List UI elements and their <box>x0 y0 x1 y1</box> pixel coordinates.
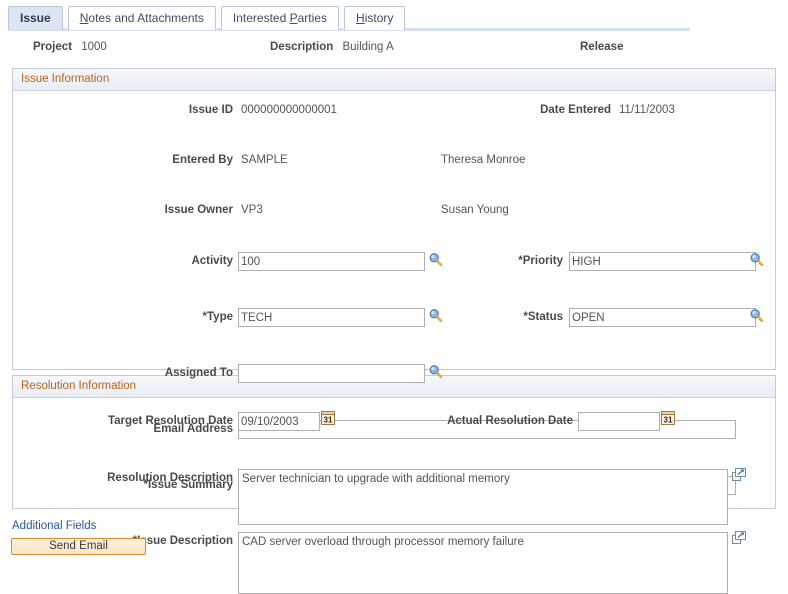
target-resolution-date-label: Target Resolution Date <box>107 415 233 427</box>
row-issue-owner: Issue Owner VP3 Susan Young <box>13 198 775 226</box>
row-type-status: *Type *Status <box>13 305 775 333</box>
priority-lookup-icon[interactable] <box>749 252 764 267</box>
issue-information-body: Issue ID 000000000000001 Date Entered 11… <box>13 91 775 594</box>
description-label: Description <box>270 41 334 53</box>
activity-label: Activity <box>191 255 233 267</box>
actual-resolution-date-input[interactable] <box>578 412 660 431</box>
tab-issue-label: Issue <box>20 11 51 25</box>
tab-interested-parties[interactable]: Interested Parties <box>220 6 339 30</box>
row-activity-priority: Activity *Priority <box>13 249 775 277</box>
entered-by-label: Entered By <box>172 154 233 166</box>
svg-text:31: 31 <box>664 415 673 424</box>
resolution-description-textarea[interactable]: Server technician to upgrade with additi… <box>238 469 728 525</box>
issue-id-label: Issue ID <box>188 104 233 116</box>
issue-information-title: Issue Information <box>13 69 775 91</box>
status-label: *Status <box>523 311 563 323</box>
project-label: Project <box>33 41 72 53</box>
context-header: Project 1000 Description Building A Rele… <box>0 39 788 63</box>
tab-issue[interactable]: Issue <box>8 6 63 30</box>
entered-by-name: Theresa Monroe <box>441 154 526 166</box>
type-input[interactable] <box>238 308 425 327</box>
tab-history[interactable]: History <box>344 6 406 30</box>
actual-resolution-date-calendar-icon[interactable]: 31 <box>661 411 675 425</box>
date-entered-value: 11/11/2003 <box>619 104 675 116</box>
description-value: Building A <box>342 41 394 53</box>
send-email-button[interactable]: Send Email <box>11 538 146 555</box>
status-lookup-icon[interactable] <box>749 308 764 323</box>
date-entered-label: Date Entered <box>540 104 611 116</box>
row-resolution-description: Resolution Description Server technician… <box>13 466 775 528</box>
issue-information-group: Issue Information Issue ID 0000000000000… <box>12 68 776 594</box>
row-entered-by: Entered By SAMPLE Theresa Monroe <box>13 148 775 176</box>
tab-interested-parties-label-b: arties <box>297 11 327 25</box>
status-input[interactable] <box>569 308 756 327</box>
resolution-description-label: Resolution Description <box>107 472 233 484</box>
target-resolution-date-input[interactable] <box>238 412 320 431</box>
row-assigned-to: Assigned To <box>13 361 775 389</box>
priority-input[interactable] <box>569 252 756 271</box>
tab-notes-and-attachments[interactable]: Notes and Attachments <box>67 6 216 30</box>
issue-owner-label: Issue Owner <box>164 204 233 216</box>
priority-label: *Priority <box>518 255 563 267</box>
row-issue-id: Issue ID 000000000000001 Date Entered 11… <box>13 98 775 126</box>
issue-description-expand-icon[interactable] <box>732 531 746 545</box>
entered-by-value: SAMPLE <box>241 154 288 166</box>
assigned-to-lookup-icon[interactable] <box>428 364 443 379</box>
issue-id-value: 000000000000001 <box>241 104 337 116</box>
tab-history-label: istory <box>364 11 394 25</box>
assigned-to-input[interactable] <box>238 364 425 383</box>
assigned-to-label: Assigned To <box>164 367 233 379</box>
type-label: *Type <box>202 311 233 323</box>
resolution-information-body: Target Resolution Date 31 Actual Resolut… <box>13 398 775 525</box>
tab-interested-parties-label-a: Interested <box>232 11 290 25</box>
release-field: Release <box>580 41 629 53</box>
tab-notes-and-attachments-label: otes and Attachments <box>88 11 204 25</box>
actual-resolution-date-label: Actual Resolution Date <box>447 415 573 427</box>
issue-owner-name: Susan Young <box>441 204 509 216</box>
description-field: Description Building A <box>270 41 394 53</box>
activity-input[interactable] <box>238 252 425 271</box>
project-value: 1000 <box>81 41 107 53</box>
row-resolution-dates: Target Resolution Date 31 Actual Resolut… <box>13 409 775 437</box>
additional-fields-link[interactable]: Additional Fields <box>12 520 96 532</box>
project-field: Project 1000 <box>33 41 107 53</box>
resolution-information-group: Resolution Information Target Resolution… <box>12 375 776 525</box>
issue-owner-value: VP3 <box>241 204 263 216</box>
release-label: Release <box>580 41 624 53</box>
resolution-description-expand-icon[interactable] <box>732 468 746 482</box>
tab-bar: Issue Notes and Attachments Interested P… <box>0 0 788 31</box>
issue-description-textarea[interactable]: CAD server overload through processor me… <box>238 532 728 594</box>
svg-text:31: 31 <box>324 415 333 424</box>
target-resolution-date-calendar-icon[interactable]: 31 <box>321 411 335 425</box>
